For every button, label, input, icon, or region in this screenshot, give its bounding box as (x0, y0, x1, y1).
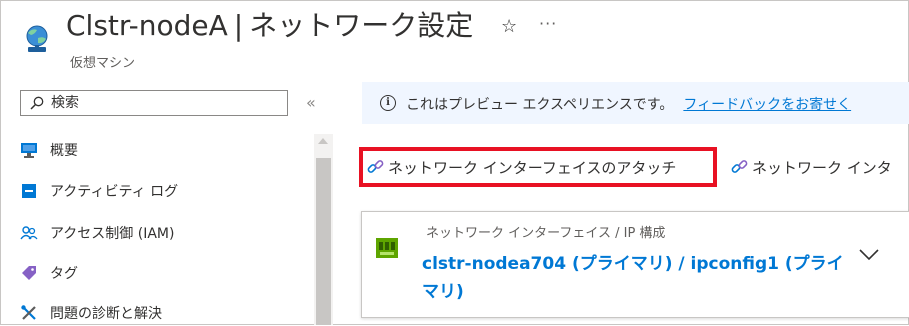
tag-icon (22, 266, 36, 280)
more-options-icon[interactable]: ··· (539, 14, 557, 33)
sidebar-search-box[interactable] (20, 90, 288, 116)
info-icon: i (380, 95, 396, 111)
page-name: ネットワーク設定 (249, 9, 474, 42)
iam-people-icon (20, 226, 38, 240)
scrollbar-thumb[interactable] (316, 158, 331, 325)
collapse-sidebar-icon[interactable]: « (306, 93, 316, 112)
nic-ipconfig-link[interactable]: clstr-nodea704 (プライマリ) / ipconfig1 (プライマ… (422, 250, 852, 306)
feedback-link[interactable]: フィードバックをお寄せく (683, 97, 851, 113)
preview-info-banner: i これはプレビュー エクスペリエンスです。 フィードバックをお寄せく (362, 82, 909, 124)
vm-name: Clstr-nodeA (66, 9, 228, 42)
monitor-icon (21, 143, 37, 158)
link-icon (731, 160, 748, 173)
activity-log-icon (22, 184, 36, 198)
sidebar-item-label: アクセス制御 (IAM) (50, 226, 175, 242)
network-interface-card: ネットワーク インターフェイス / IP 構成 clstr-nodea704 (… (361, 211, 909, 318)
favorite-star-icon[interactable]: ☆ (501, 16, 517, 37)
attach-highlight-box (359, 147, 717, 187)
info-banner-text: これはプレビュー エクスペリエンスです。 フィードバックをお寄せく (406, 94, 851, 114)
sidebar-item-label: 問題の診断と解決 (50, 306, 162, 322)
search-input[interactable] (51, 93, 281, 113)
scroll-up-icon[interactable] (318, 138, 328, 144)
title-separator: | (233, 9, 244, 42)
nic-card-label: ネットワーク インターフェイス / IP 構成 (426, 226, 666, 241)
sidebar-item-overview[interactable]: 概要 (20, 137, 78, 163)
wrench-icon (21, 305, 36, 320)
sidebar-item-label: タグ (50, 266, 78, 282)
sidebar-item-iam[interactable]: アクセス制御 (IAM) (20, 220, 174, 246)
vm-globe-icon (26, 25, 48, 52)
detach-button-label: ネットワーク インタ (752, 158, 892, 177)
detach-network-interface-button[interactable]: ネットワーク インタ (730, 150, 892, 184)
sidebar-item-activity-log[interactable]: アクティビティ ログ (20, 178, 178, 204)
page-title: Clstr-nodeA | ネットワーク設定 (66, 6, 473, 46)
resource-type-subtitle: 仮想マシン (70, 56, 136, 71)
sidebar-item-label: 概要 (50, 143, 78, 159)
chevron-down-icon[interactable] (858, 248, 880, 262)
network-interface-icon (376, 238, 398, 258)
search-icon (30, 96, 44, 110)
sidebar-item-tags[interactable]: タグ (20, 260, 78, 286)
info-message: これはプレビュー エクスペリエンスです。 (406, 97, 674, 113)
sidebar-item-diagnose[interactable]: 問題の診断と解決 (20, 300, 162, 326)
sidebar-item-label: アクティビティ ログ (50, 184, 179, 200)
